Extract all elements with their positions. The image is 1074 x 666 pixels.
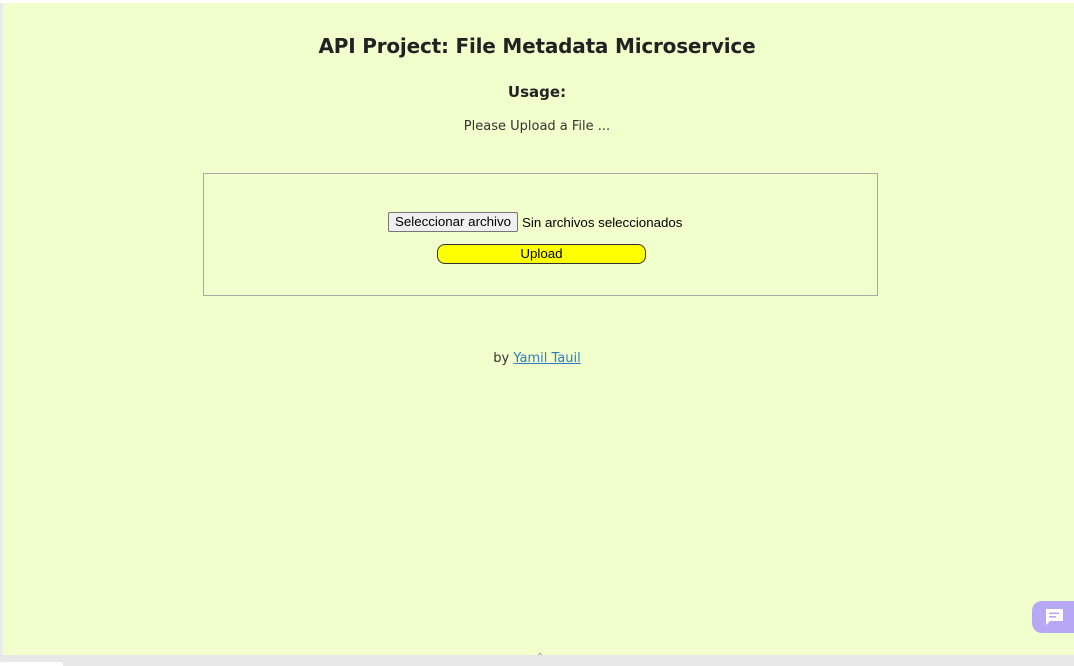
chevron-up-icon[interactable]: ⌃ [534, 653, 546, 663]
file-input[interactable]: Seleccionar archivo Sin archivos selecci… [388, 212, 682, 232]
chat-widget-button[interactable] [1032, 601, 1074, 633]
author-link[interactable]: Yamil Tauil [513, 351, 580, 366]
page-title: API Project: File Metadata Microservice [318, 34, 756, 58]
choose-file-button[interactable]: Seleccionar archivo [388, 212, 519, 232]
chat-bubble-icon [1045, 609, 1063, 625]
upload-instruction: Please Upload a File ... [463, 119, 611, 134]
upload-button[interactable]: Upload [437, 244, 646, 264]
bottom-panel-tab[interactable] [0, 662, 63, 666]
footer-prefix: by [493, 351, 510, 366]
upload-form: Seleccionar archivo Sin archivos selecci… [203, 173, 878, 296]
file-status-text: Sin archivos seleccionados [522, 214, 683, 230]
footer: by Yamil Tauil [0, 351, 1074, 366]
usage-heading: Usage: [507, 83, 567, 101]
